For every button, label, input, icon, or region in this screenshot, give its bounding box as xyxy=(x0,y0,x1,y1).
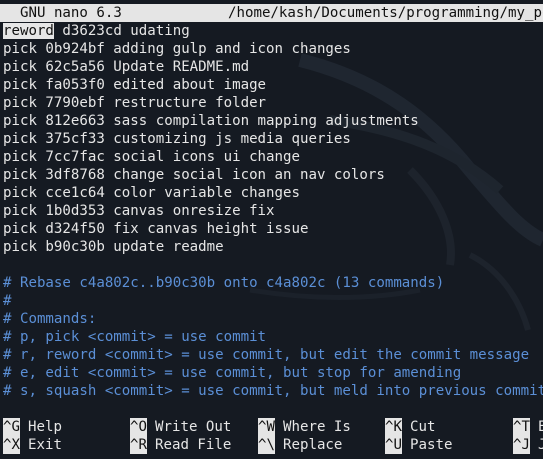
shortcut-write-out[interactable]: ^O Write Out xyxy=(130,418,231,436)
comment-line[interactable]: # s, squash <commit> = use commit, but m… xyxy=(3,382,543,400)
editor-line[interactable]: pick fa053f0 edited about image xyxy=(3,76,543,94)
shortcut-help[interactable]: ^G Help xyxy=(3,418,62,436)
shortcut-key: ^J xyxy=(513,436,530,454)
editor-line[interactable]: pick 375cf33 customizing js media querie… xyxy=(3,130,543,148)
editor-line[interactable]: pick cce1c64 color variable changes xyxy=(3,184,543,202)
shortcut-execute[interactable]: ^T E xyxy=(513,418,543,436)
shortcut-key: ^U xyxy=(385,436,402,454)
shortcut-cut[interactable]: ^K Cut xyxy=(385,418,435,436)
shortcut-key: ^X xyxy=(3,436,20,454)
shortcut-where-is[interactable]: ^W Where Is xyxy=(258,418,351,436)
shortcut-label: Help xyxy=(28,419,62,435)
comment-line[interactable]: # r, reword <commit> = use commit, but e… xyxy=(3,346,543,364)
editor-line[interactable]: pick 7790ebf restructure folder xyxy=(3,94,543,112)
editor-line[interactable]: pick 1b0d353 canvas onresize fix xyxy=(3,202,543,220)
editor-line[interactable]: pick 62c5a56 Update README.md xyxy=(3,58,543,76)
shortcut-label: Where Is xyxy=(283,419,351,435)
title-bar: GNU nano 6.3 /home/kash/Documents/progra… xyxy=(0,4,543,22)
editor-line[interactable]: pick 3df8768 change social icon an nav c… xyxy=(3,166,543,184)
line-rest: d3623cd udating xyxy=(53,23,190,39)
shortcut-label: Write Out xyxy=(155,419,232,435)
shortcut-key: ^R xyxy=(130,436,147,454)
editor-line-1[interactable]: reword d3623cd udating xyxy=(3,22,543,40)
shortcut-key: ^G xyxy=(3,418,20,436)
shortcut-justify[interactable]: ^J J xyxy=(513,436,543,454)
shortcut-read-file[interactable]: ^R Read File xyxy=(130,436,231,454)
editor-line[interactable]: pick 812e663 sass compilation mapping ad… xyxy=(3,112,543,130)
editor-line[interactable]: pick d324f50 fix canvas height issue xyxy=(3,220,543,238)
shortcut-key: ^K xyxy=(385,418,402,436)
shortcut-key: ^W xyxy=(258,418,275,436)
comment-line[interactable]: # Rebase c4a802c..b90c30b onto c4a802c (… xyxy=(3,274,543,292)
app-version: GNU nano 6.3 xyxy=(20,5,122,21)
comment-line[interactable]: # xyxy=(3,292,543,310)
shortcut-label: Read File xyxy=(155,437,232,453)
editor-line[interactable]: pick 0b924bf adding gulp and icon change… xyxy=(3,40,543,58)
shortcut-key: ^T xyxy=(513,418,530,436)
editor-line[interactable]: pick b90c30b update readme xyxy=(3,238,543,256)
shortcut-key: ^O xyxy=(130,418,147,436)
shortcut-label: E xyxy=(538,419,543,435)
shortcut-label: Exit xyxy=(28,437,62,453)
comment-line[interactable]: # e, edit <commit> = use commit, but sto… xyxy=(3,364,543,382)
shortcut-paste[interactable]: ^U Paste xyxy=(385,436,452,454)
shortcut-key: ^\ xyxy=(258,436,275,454)
comment-line[interactable]: # Commands: xyxy=(3,310,543,328)
shortcut-label: Paste xyxy=(410,437,453,453)
shortcut-label: Cut xyxy=(410,419,436,435)
editor-line[interactable]: pick 7cc7fac social icons ui change xyxy=(3,148,543,166)
shortcut-label: Replace xyxy=(283,437,343,453)
shortcut-exit[interactable]: ^X Exit xyxy=(3,436,62,454)
shortcut-replace[interactable]: ^\ Replace xyxy=(258,436,342,454)
cursor-word: reword xyxy=(3,23,54,39)
shortcut-label: J xyxy=(538,437,543,453)
comment-line[interactable]: # p, pick <commit> = use commit xyxy=(3,328,543,346)
file-path: /home/kash/Documents/programming/my_port xyxy=(228,5,543,21)
